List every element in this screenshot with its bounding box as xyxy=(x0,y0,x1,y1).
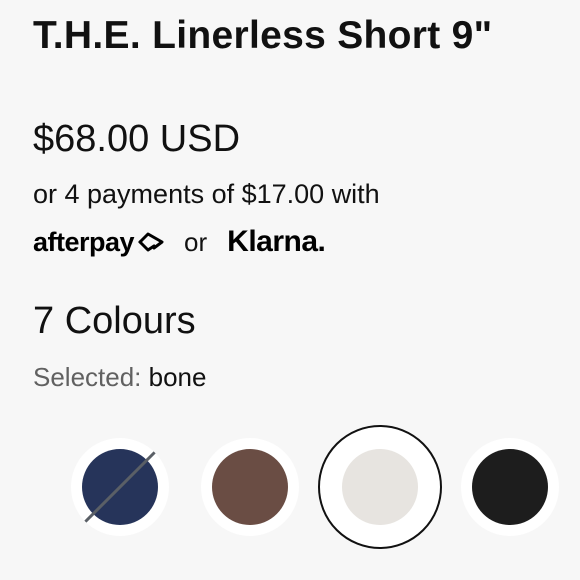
colour-swatch-brown[interactable] xyxy=(201,438,299,536)
or-separator: or xyxy=(184,226,208,257)
selected-value: bone xyxy=(148,362,207,392)
installments-text: or 4 payments of $17.00 with xyxy=(33,179,380,209)
colour-count: 7 Colours xyxy=(33,300,196,342)
colour-swatch-navy[interactable] xyxy=(71,438,169,536)
selected-colour: Selected: bone xyxy=(33,362,206,393)
colour-swatch-fill xyxy=(212,449,288,525)
afterpay-logo[interactable]: afterpay xyxy=(33,227,166,258)
colour-swatch-fill xyxy=(472,449,548,525)
selected-label: Selected: xyxy=(33,362,142,392)
colour-swatch-black[interactable] xyxy=(461,438,559,536)
klarna-logo[interactable]: Klarna. xyxy=(227,225,326,259)
colour-swatch-fill xyxy=(342,449,418,525)
product-title: T.H.E. Linerless Short 9" xyxy=(33,14,493,57)
payment-providers: afterpay or Klarna. xyxy=(33,222,326,262)
colour-swatch-bone[interactable] xyxy=(318,425,442,549)
product-price: $68.00 USD xyxy=(33,118,241,160)
afterpay-wordmark: afterpay xyxy=(33,226,135,257)
afterpay-arrows-icon xyxy=(138,232,164,252)
unavailable-strike-icon xyxy=(83,450,157,524)
